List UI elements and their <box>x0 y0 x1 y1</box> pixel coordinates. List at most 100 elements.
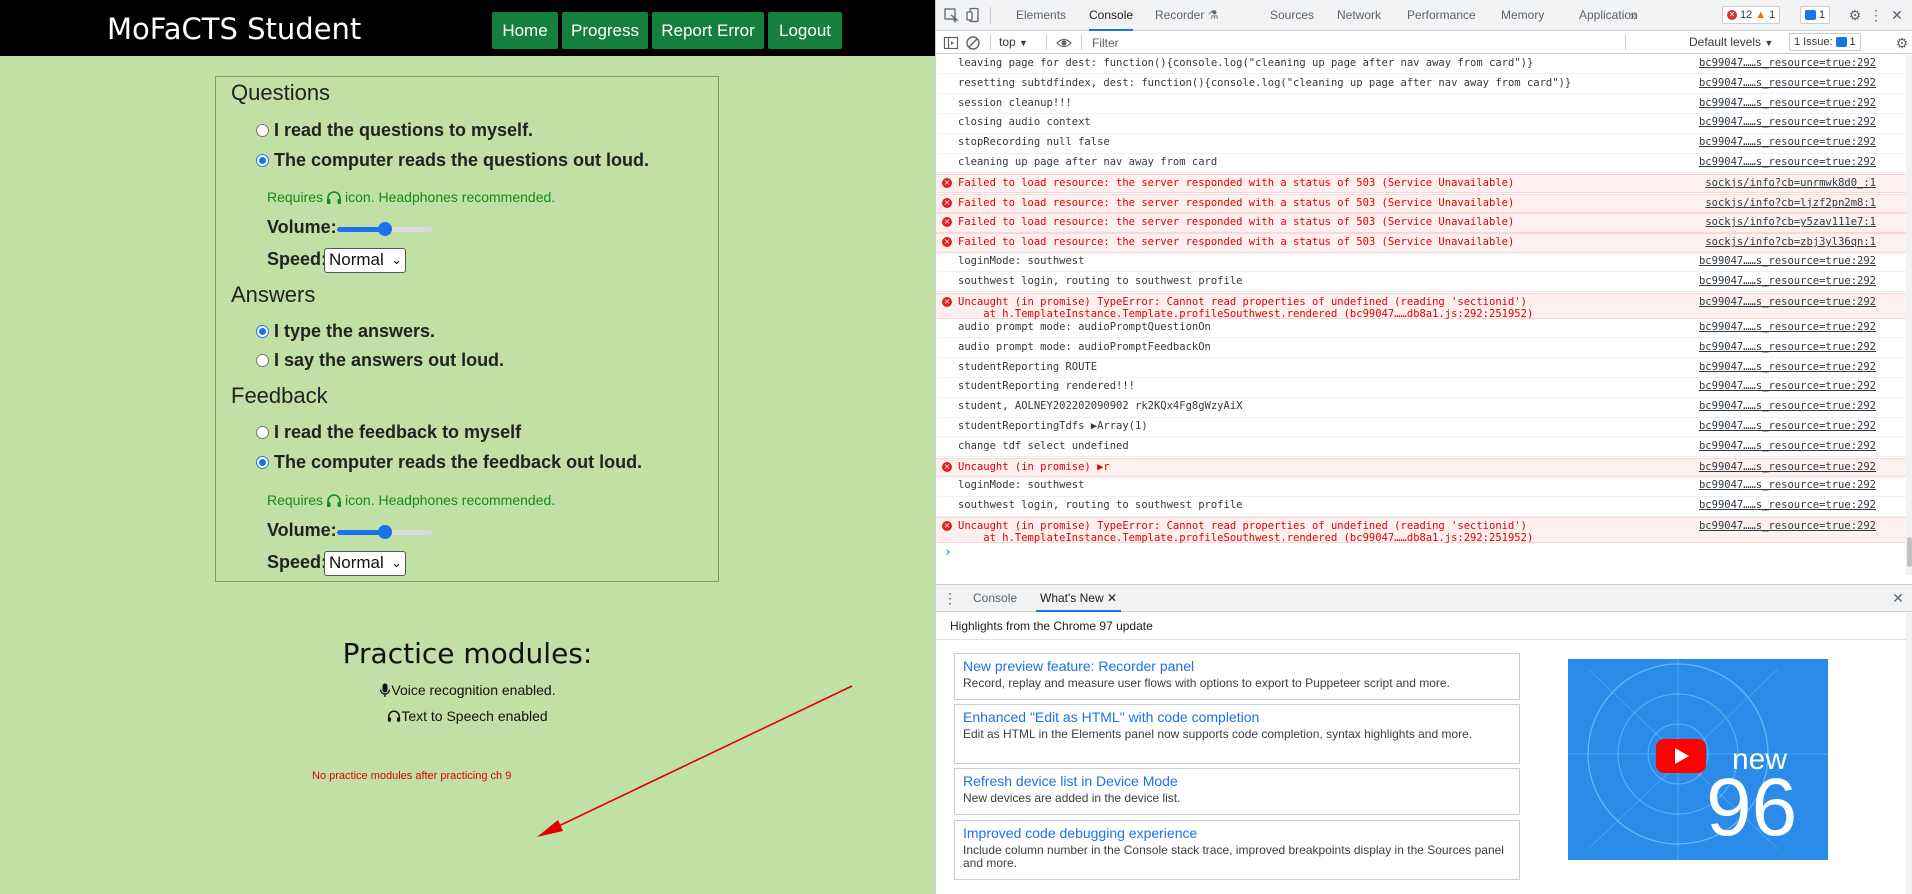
tab-console[interactable]: Console <box>1089 0 1134 31</box>
source-link[interactable]: bc99047……s_resource=true:292 <box>1699 479 1876 491</box>
whats-new-video-thumbnail[interactable]: new 96 <box>1568 659 1828 860</box>
source-link[interactable]: bc99047……s_resource=true:292 <box>1699 341 1876 353</box>
drawer-menu-icon[interactable]: ⋮ <box>942 590 958 606</box>
stack-trace-line[interactable]: at h.TemplateInstance.Template.profileSo… <box>958 532 1533 544</box>
issues-badge[interactable]: 1 <box>1800 6 1831 24</box>
source-link[interactable]: bc99047……s_resource=true:292 <box>1699 400 1876 412</box>
whats-new-card[interactable]: Enhanced "Edit as HTML" with code comple… <box>954 704 1520 764</box>
source-link[interactable]: sockjs/info?cb=ljzf2pn2m8:1 <box>1705 197 1876 209</box>
source-link[interactable]: sockjs/info?cb=unrmwk8d0_:1 <box>1705 177 1876 189</box>
source-link[interactable]: bc99047……s_resource=true:292 <box>1699 380 1876 392</box>
whats-new-card-title[interactable]: New preview feature: Recorder panel <box>963 658 1511 674</box>
feedback-speed-select[interactable]: Normal ⌄ <box>324 551 406 576</box>
log-levels-dropdown[interactable]: Default levels ▼ <box>1689 35 1773 49</box>
source-link[interactable]: bc99047……s_resource=true:292 <box>1699 116 1876 128</box>
question-option-speak[interactable]: The computer reads the questions out lou… <box>256 149 649 171</box>
console-log-row: loginMode: southwest bc99047……s_resource=… <box>936 477 1906 497</box>
feedback-read-radio[interactable] <box>256 425 269 439</box>
source-link[interactable]: bc99047……s_resource=true:292 <box>1699 296 1876 308</box>
source-link[interactable]: bc99047……s_resource=true:292 <box>1699 361 1876 373</box>
feedback-speak-radio[interactable] <box>256 455 269 469</box>
whats-new-card[interactable]: Improved code debugging experience Inclu… <box>954 820 1520 880</box>
progress-button[interactable]: Progress <box>562 12 648 49</box>
close-drawer-icon[interactable]: ✕ <box>1890 590 1906 606</box>
context-selector[interactable]: top ▼ <box>999 35 1028 49</box>
whats-new-card[interactable]: New preview feature: Recorder panel Reco… <box>954 653 1520 700</box>
feedback-option-read[interactable]: I read the feedback to myself <box>256 421 521 443</box>
warning-count: 1 <box>1769 9 1776 21</box>
whats-new-card-title[interactable]: Enhanced "Edit as HTML" with code comple… <box>963 709 1511 725</box>
source-link[interactable]: bc99047……s_resource=true:292 <box>1699 136 1876 148</box>
console-log-row: southwest login, routing to southwest pr… <box>936 273 1906 293</box>
youtube-play-icon[interactable] <box>1656 739 1706 773</box>
source-link[interactable]: bc99047……s_resource=true:292 <box>1699 57 1876 69</box>
answer-say-radio[interactable] <box>256 353 269 367</box>
issues-count-button[interactable]: 1 Issue: 1 <box>1789 33 1861 51</box>
whats-new-card-desc: Record, replay and measure user flows wi… <box>963 676 1450 690</box>
answer-option-say[interactable]: I say the answers out loud. <box>256 349 504 371</box>
console-message-text: audio prompt mode: audioPromptFeedbackOn <box>958 340 1211 353</box>
source-link[interactable]: bc99047……s_resource=true:292 <box>1699 520 1876 532</box>
source-link[interactable]: bc99047……s_resource=true:292 <box>1699 321 1876 333</box>
close-tab-icon[interactable]: ✕ <box>1107 591 1117 605</box>
question-speak-radio[interactable] <box>256 153 269 167</box>
drawer-scrollbar[interactable] <box>1906 613 1912 894</box>
source-link[interactable]: bc99047……s_resource=true:292 <box>1699 461 1876 473</box>
tab-sources[interactable]: Sources <box>1270 0 1314 31</box>
console-counts-badge[interactable]: ✕ 12 ▲ 1 <box>1722 6 1781 24</box>
questions-speed-select[interactable]: Normal ⌄ <box>324 248 406 273</box>
source-link[interactable]: bc99047……s_resource=true:292 <box>1699 77 1876 89</box>
devtools-panel: Elements Console Recorder ⚗ Sources Netw… <box>935 0 1912 894</box>
whats-new-card-title[interactable]: Refresh device list in Device Mode <box>963 773 1511 789</box>
question-read-radio[interactable] <box>256 123 269 137</box>
source-link[interactable]: sockjs/info?cb=zbj3yl36qn:1 <box>1705 236 1876 248</box>
stack-trace-line[interactable]: at h.TemplateInstance.Template.profileSo… <box>958 308 1533 320</box>
clear-console-icon[interactable] <box>965 35 981 51</box>
console-message-text: studentReportingTdfs ▶Array(1) <box>958 420 1148 432</box>
source-link[interactable]: sockjs/info?cb=y5zav111e7:1 <box>1705 216 1876 228</box>
source-link[interactable]: bc99047……s_resource=true:292 <box>1699 275 1876 287</box>
console-message-text: Uncaught (in promise) ▶r <box>958 460 1110 473</box>
tab-network[interactable]: Network <box>1337 0 1381 31</box>
tab-performance[interactable]: Performance <box>1407 0 1476 31</box>
question-option-read[interactable]: I read the questions to myself. <box>256 119 533 141</box>
questions-heading: Questions <box>231 80 331 105</box>
home-button[interactable]: Home <box>492 12 558 49</box>
whats-new-card[interactable]: Refresh device list in Device Mode New d… <box>954 768 1520 815</box>
whats-new-card-title[interactable]: Improved code debugging experience <box>963 825 1511 841</box>
answer-type-radio[interactable] <box>256 324 269 338</box>
source-link[interactable]: bc99047……s_resource=true:292 <box>1699 440 1876 452</box>
gear-icon[interactable]: ⚙ <box>1847 7 1863 23</box>
answer-option-type[interactable]: I type the answers. <box>256 320 435 342</box>
eye-icon[interactable] <box>1056 35 1072 51</box>
tab-recorder[interactable]: Recorder ⚗ <box>1155 0 1218 31</box>
console-log-row: change tdf select undefined bc99047……s_re… <box>936 438 1906 458</box>
drawer-tab-whats-new[interactable]: What's New ✕ <box>1036 585 1122 612</box>
device-toolbar-icon[interactable] <box>966 7 982 23</box>
report-error-button[interactable]: Report Error <box>652 12 764 49</box>
source-link[interactable]: bc99047……s_resource=true:292 <box>1699 97 1876 109</box>
tab-elements[interactable]: Elements <box>1016 0 1066 31</box>
console-scrollbar[interactable] <box>1906 55 1912 575</box>
source-link[interactable]: bc99047……s_resource=true:292 <box>1699 499 1876 511</box>
console-settings-gear-icon[interactable]: ⚙ <box>1894 35 1910 51</box>
tab-memory[interactable]: Memory <box>1501 0 1544 31</box>
source-link[interactable]: bc99047……s_resource=true:292 <box>1699 255 1876 267</box>
more-tabs-icon[interactable]: » <box>1630 0 1638 31</box>
source-link[interactable]: bc99047……s_resource=true:292 <box>1699 156 1876 168</box>
source-link[interactable]: bc99047……s_resource=true:292 <box>1699 420 1876 432</box>
kebab-menu-icon[interactable]: ⋮ <box>1868 7 1884 23</box>
close-icon[interactable]: ✕ <box>1889 7 1905 23</box>
text-to-speech-text: Text to Speech enabled <box>401 708 548 724</box>
questions-volume-slider[interactable] <box>337 221 432 237</box>
feedback-volume-slider[interactable] <box>337 524 432 540</box>
console-prompt-icon[interactable]: › <box>944 545 952 560</box>
sidebar-toggle-icon[interactable] <box>943 35 959 51</box>
tab-application[interactable]: Application <box>1579 0 1638 31</box>
inspect-element-icon[interactable] <box>943 7 959 23</box>
feedback-option-speak[interactable]: The computer reads the feedback out loud… <box>256 451 642 473</box>
logout-button[interactable]: Logout <box>768 12 842 49</box>
drawer-tab-console[interactable]: Console <box>973 585 1017 612</box>
console-toolbar: top ▼ Default levels ▼ 1 Issue: 1 ⚙ <box>936 32 1912 54</box>
console-filter-input[interactable] <box>1092 34 1618 52</box>
